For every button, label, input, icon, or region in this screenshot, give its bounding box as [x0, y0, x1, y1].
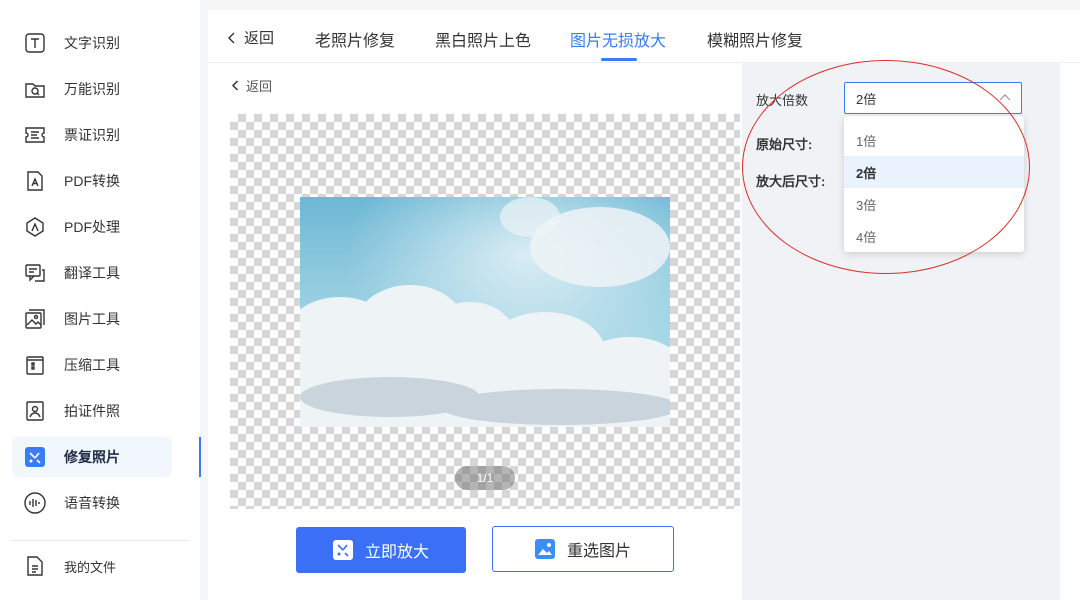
sidebar-item-label: 语音转换	[64, 495, 120, 511]
chevron-left-icon	[228, 32, 236, 44]
reselect-image-button[interactable]: 重选图片	[492, 526, 674, 572]
tab-back-button[interactable]: 返回	[228, 27, 274, 48]
sidebar-item-voice-convert[interactable]: 语音转换	[12, 483, 172, 523]
translate-icon	[22, 260, 48, 286]
sidebar-item-label: 我的文件	[64, 559, 117, 575]
scale-dropdown-menu: 1倍 2倍 3倍 4倍	[844, 116, 1024, 252]
tab-old-photo-repair[interactable]: 老照片修复	[315, 27, 395, 51]
sidebar-item-label: 翻译工具	[64, 265, 120, 281]
enlarged-size-label: 放大后尺寸:	[756, 174, 826, 189]
sidebar-item-translate[interactable]: 翻译工具	[12, 253, 172, 293]
my-files-icon	[22, 553, 48, 579]
ticket-recognition-icon	[22, 122, 48, 148]
settings-panel: 放大倍数 2倍 原始尺寸: 放大后尺寸: 1倍 2倍 3倍 4倍	[742, 62, 1060, 600]
chevron-up-icon	[999, 92, 1011, 107]
enlarge-now-button[interactable]: 立即放大	[296, 527, 466, 573]
sidebar-active-indicator	[199, 437, 201, 477]
scale-option-4x[interactable]: 4倍	[844, 220, 1024, 252]
page-indicator: 1/1	[455, 466, 515, 490]
image-preview-area: 1/1	[230, 114, 740, 509]
scale-select-value: 2倍	[856, 91, 877, 107]
sidebar-item-label: PDF转换	[64, 173, 120, 189]
scale-label: 放大倍数	[756, 93, 809, 108]
content-back-button[interactable]: 返回	[232, 76, 272, 95]
sidebar-item-label: 万能识别	[64, 81, 120, 97]
universal-recognition-icon	[22, 76, 48, 102]
sidebar-item-pdf-process[interactable]: PDF处理	[12, 207, 172, 247]
main-panel: 返回 老照片修复 黑白照片上色 图片无损放大 模糊照片修复 返回 1/1 立即放…	[208, 10, 1080, 600]
sidebar-item-text-recognition[interactable]: 文字识别	[12, 23, 172, 63]
sidebar-item-pdf-convert[interactable]: PDF转换	[12, 161, 172, 201]
sidebar-item-ticket-recognition[interactable]: 票证识别	[12, 115, 172, 155]
uploaded-photo	[300, 197, 670, 427]
sidebar-item-universal-recognition[interactable]: 万能识别	[12, 69, 172, 109]
magic-enlarge-icon	[332, 540, 353, 560]
tab-bar: 返回 老照片修复 黑白照片上色 图片无损放大 模糊照片修复	[208, 10, 1080, 63]
tab-blur-repair[interactable]: 模糊照片修复	[707, 27, 803, 51]
tab-active-underline	[601, 58, 637, 61]
image-icon	[534, 539, 555, 559]
compress-icon	[22, 352, 48, 378]
tab-lossless-enlarge[interactable]: 图片无损放大	[570, 27, 666, 51]
sidebar-item-repair-photo[interactable]: 修复照片	[12, 437, 172, 477]
image-tools-icon	[22, 306, 48, 332]
tab-colorize[interactable]: 黑白照片上色	[435, 27, 531, 51]
voice-convert-icon	[22, 490, 48, 516]
sidebar-item-my-files[interactable]: 我的文件	[12, 546, 172, 586]
sidebar-item-label: 压缩工具	[64, 357, 120, 373]
sidebar-item-image-tools[interactable]: 图片工具	[12, 299, 172, 339]
sidebar-item-label: 文字识别	[64, 35, 120, 51]
sidebar-item-compress[interactable]: 压缩工具	[12, 345, 172, 385]
chevron-left-icon	[232, 80, 239, 91]
sidebar-item-label: 图片工具	[64, 311, 120, 327]
scale-option-1x[interactable]: 1倍	[844, 124, 1024, 156]
sidebar-item-label: 拍证件照	[64, 403, 120, 419]
sidebar: 文字识别 万能识别 票证识别 PDF转换 PDF处理 翻译工具 图片工具 压缩工…	[0, 0, 200, 600]
scale-option-2x[interactable]: 2倍	[844, 156, 1024, 188]
sidebar-item-label: 票证识别	[64, 127, 120, 143]
repair-photo-icon	[22, 444, 48, 470]
original-size-label: 原始尺寸:	[756, 137, 813, 152]
sidebar-divider	[12, 540, 188, 541]
pdf-process-icon	[22, 214, 48, 240]
sidebar-item-label: PDF处理	[64, 219, 120, 235]
sidebar-item-label: 修复照片	[64, 449, 120, 465]
id-photo-icon	[22, 398, 48, 424]
text-recognition-icon	[22, 30, 48, 56]
scale-select[interactable]: 2倍	[844, 82, 1022, 114]
pdf-convert-icon	[22, 168, 48, 194]
sidebar-item-id-photo[interactable]: 拍证件照	[12, 391, 172, 431]
scale-option-3x[interactable]: 3倍	[844, 188, 1024, 220]
